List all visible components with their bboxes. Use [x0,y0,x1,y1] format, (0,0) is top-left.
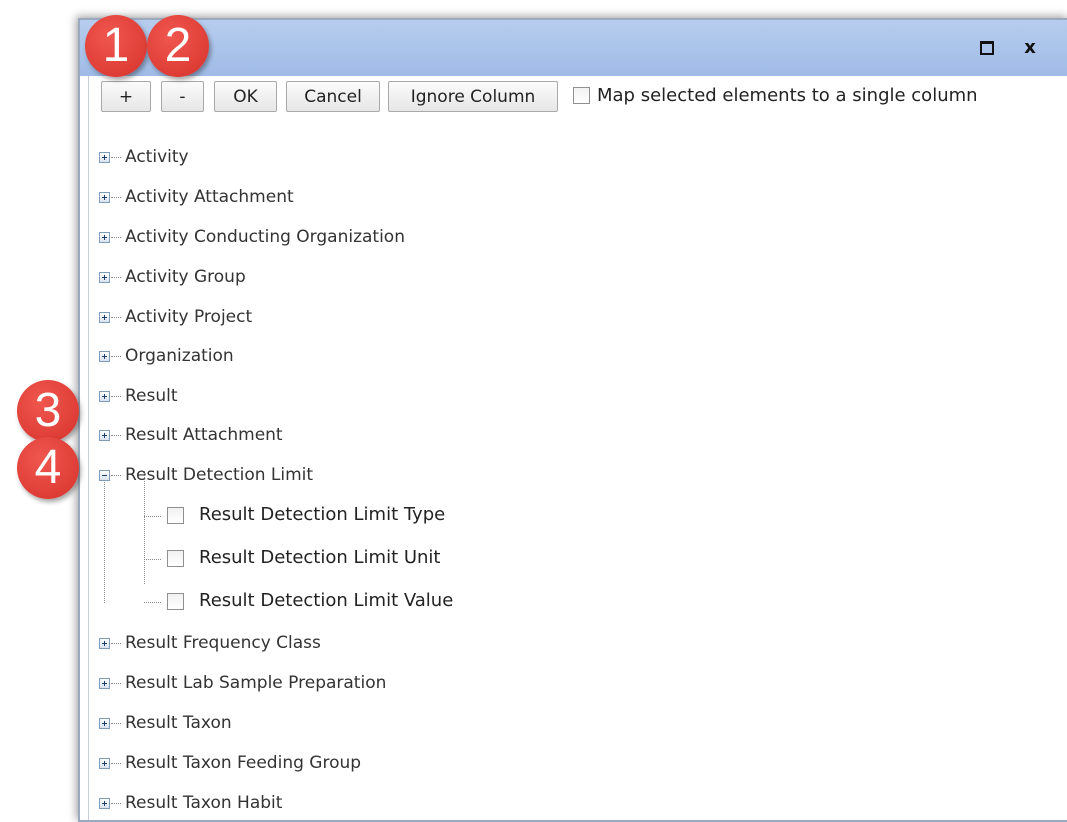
collapse-all-button[interactable]: - [161,81,204,112]
ignore-column-button[interactable]: Ignore Column [388,81,558,112]
expand-plus-icon[interactable] [99,758,110,769]
expand-plus-icon[interactable] [99,232,110,243]
element-picker-dialog: x + - OK Cancel Ignore Column Map select… [78,18,1067,822]
tree-node-label: Result Frequency Class [125,633,321,653]
tree-node-label: Activity Attachment [125,187,294,207]
tree-child-label: Result Detection Limit Unit [199,547,441,568]
tree-connector-line [104,473,105,603]
tree-child-label: Result Detection Limit Value [199,590,454,611]
tree-child-checkbox[interactable] [167,507,184,524]
callout-badge-1: 1 [85,15,147,77]
tree-child-checkbox[interactable] [167,593,184,610]
ok-button[interactable]: OK [214,81,277,112]
expand-plus-icon[interactable] [99,718,110,729]
tree-node-label: Activity [125,147,189,167]
tree-node-label: Result Lab Sample Preparation [125,673,387,693]
expand-plus-icon[interactable] [99,678,110,689]
dialog-content: + - OK Cancel Ignore Column Map selected… [88,76,1067,820]
tree-node-label: Result Taxon Habit [125,793,283,813]
close-button[interactable]: x [1015,34,1045,62]
collapse-minus-icon[interactable] [99,470,110,481]
expand-plus-icon[interactable] [99,152,110,163]
expand-plus-icon[interactable] [99,312,110,323]
expand-plus-icon[interactable] [99,351,110,362]
tree-node-label: Activity Conducting Organization [125,227,405,247]
tree-node-label: Organization [125,346,234,366]
expand-plus-icon[interactable] [99,192,110,203]
tree-child-checkbox[interactable] [167,550,184,567]
tree-node-label: Result Taxon Feeding Group [125,753,362,773]
maximize-icon [980,41,994,55]
callout-badge-3: 3 [17,380,79,442]
tree-child-label: Result Detection Limit Type [199,504,446,525]
maximize-button[interactable] [972,34,1002,62]
tree-node-label: Activity Group [125,267,246,287]
map-single-column-checkbox[interactable] [573,87,590,104]
expand-plus-icon[interactable] [99,798,110,809]
tree-node-label: Result Detection Limit [125,465,314,485]
child-connector-line [144,471,145,584]
callout-badge-2: 2 [147,15,209,77]
close-icon: x [1024,37,1036,58]
expand-plus-icon[interactable] [99,638,110,649]
expand-all-button[interactable]: + [101,81,151,112]
cancel-button[interactable]: Cancel [286,81,380,112]
tree-node-label: Result Attachment [125,425,283,445]
tree-node-label: Result [125,386,178,406]
expand-plus-icon[interactable] [99,430,110,441]
callout-badge-4: 4 [17,437,79,499]
expand-plus-icon[interactable] [99,391,110,402]
tree-node-label: Activity Project [125,307,253,327]
title-bar[interactable]: x [80,20,1067,76]
tree-node-label: Result Taxon [125,713,232,733]
expand-plus-icon[interactable] [99,272,110,283]
map-single-column-label: Map selected elements to a single column [597,85,978,106]
